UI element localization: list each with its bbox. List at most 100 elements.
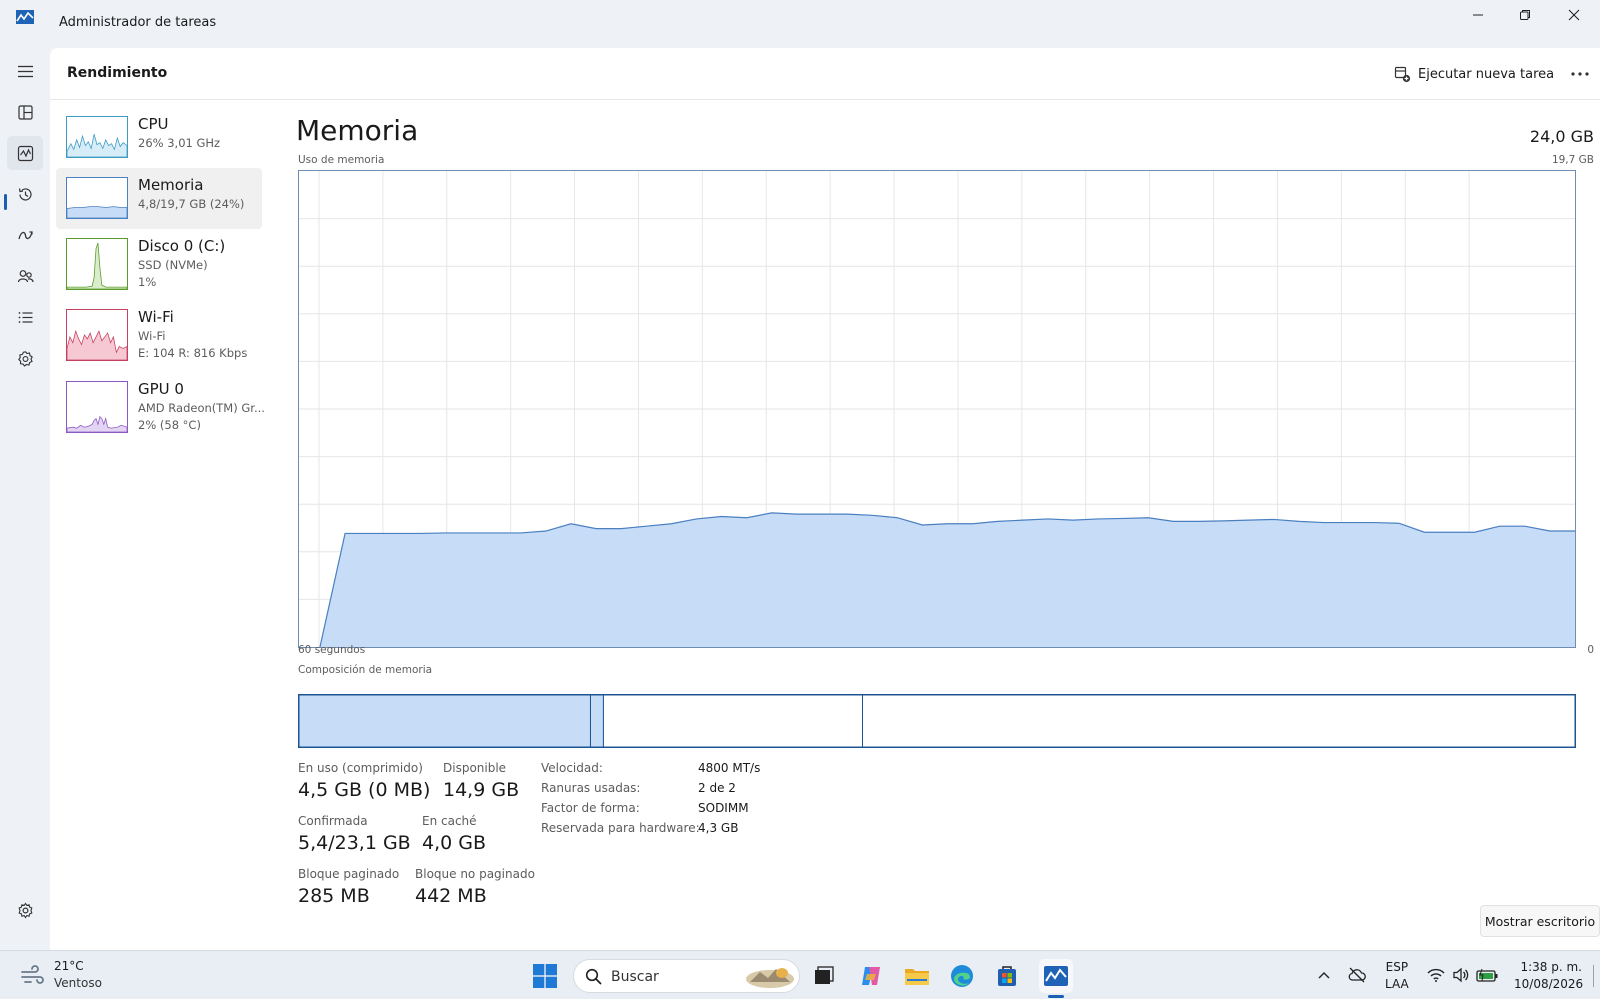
available-value: 14,9 GB xyxy=(443,779,520,801)
device-memory[interactable]: Memoria 4,8/19,7 GB (24%) xyxy=(56,168,262,229)
battery-button[interactable] xyxy=(1476,964,1498,986)
edge-browser-icon xyxy=(951,965,973,987)
nonpaged-pool-value: 442 MB xyxy=(415,885,487,907)
copilot-button[interactable] xyxy=(854,959,888,993)
more-options-button[interactable] xyxy=(1565,61,1595,87)
nav-app-history-button[interactable] xyxy=(7,177,43,211)
onedrive-status-button[interactable] xyxy=(1346,964,1368,986)
close-icon xyxy=(1568,9,1580,21)
close-button[interactable] xyxy=(1550,0,1598,30)
disk-thumbnail xyxy=(66,238,128,290)
settings-icon xyxy=(18,902,32,918)
nav-details-button[interactable] xyxy=(7,300,43,334)
composition-segment-modified[interactable] xyxy=(589,695,604,747)
clock-time: 1:38 p. m. xyxy=(1520,960,1582,974)
app-history-icon xyxy=(18,187,32,200)
minimize-button[interactable] xyxy=(1454,0,1502,30)
form-factor-value: SODIMM xyxy=(698,801,749,815)
volume-button[interactable] xyxy=(1450,964,1472,986)
nav-menu-button[interactable] xyxy=(7,54,43,88)
performance-icon xyxy=(17,145,33,161)
committed-value: 5,4/23,1 GB xyxy=(298,832,411,854)
page-title: Rendimiento xyxy=(67,65,168,81)
taskbar-search-box[interactable]: Buscar xyxy=(573,959,800,993)
device-name: GPU 0 xyxy=(138,380,184,398)
device-detail: 26% 3,01 GHz xyxy=(138,136,221,150)
device-detail-2: 1% xyxy=(138,275,157,289)
committed-label: Confirmada xyxy=(298,814,368,828)
speaker-icon xyxy=(1453,967,1469,983)
hardware-reserved-value: 4,3 GB xyxy=(698,821,739,835)
device-detail: SSD (NVMe) xyxy=(138,258,208,272)
in-use-label: En uso (comprimido) xyxy=(298,761,423,775)
device-detail-2: 2% (58 °C) xyxy=(138,418,201,432)
store-icon xyxy=(998,966,1016,986)
nav-processes-button[interactable] xyxy=(7,95,43,129)
wind-weather-icon[interactable] xyxy=(20,964,46,986)
minimize-icon xyxy=(1473,14,1483,16)
device-detail: Wi-Fi xyxy=(138,329,166,343)
main-content: Rendimiento Ejecutar nueva tarea CPU 26%… xyxy=(50,48,1600,950)
restore-button[interactable] xyxy=(1501,0,1549,30)
search-icon xyxy=(585,968,602,985)
show-hidden-icons-button[interactable] xyxy=(1313,964,1335,986)
task-manager-taskbar-button[interactable] xyxy=(1039,959,1073,993)
weather-temperature: 21°C xyxy=(54,959,84,973)
hardware-reserved-label: Reservada para hardware: xyxy=(541,821,700,835)
slots-value: 2 de 2 xyxy=(698,781,736,795)
paged-pool-label: Bloque paginado xyxy=(298,867,400,881)
nav-services-button[interactable] xyxy=(7,341,43,375)
device-name: Memoria xyxy=(138,176,204,194)
nav-users-button[interactable] xyxy=(7,259,43,293)
available-label: Disponible xyxy=(443,761,507,775)
input-language-button[interactable]: ESP LAA xyxy=(1385,959,1409,993)
speed-value: 4800 MT/s xyxy=(698,761,761,775)
device-name: Wi-Fi xyxy=(138,308,174,326)
chevron-up-icon xyxy=(1318,972,1330,979)
task-view-button[interactable] xyxy=(807,959,841,993)
usage-max-label: 19,7 GB xyxy=(1551,154,1594,166)
nav-settings-button[interactable] xyxy=(7,893,43,927)
taskbar: 21°C Ventoso Buscar ESP LAA 1:38 p. m. 1… xyxy=(0,950,1600,999)
new-task-icon xyxy=(1394,66,1411,82)
active-app-indicator xyxy=(1048,995,1064,998)
device-name: Disco 0 (C:) xyxy=(138,237,226,255)
cached-label: En caché xyxy=(422,814,477,828)
nonpaged-pool-label: Bloque no paginado xyxy=(415,867,535,881)
device-cpu[interactable]: CPU 26% 3,01 GHz xyxy=(56,107,262,165)
device-gpu[interactable]: GPU 0 AMD Radeon(TM) Gr... 2% (58 °C) xyxy=(56,372,265,442)
task-manager-icon xyxy=(16,10,34,24)
show-desktop-button[interactable] xyxy=(1593,965,1594,987)
device-wifi[interactable]: Wi-Fi Wi-Fi E: 104 R: 816 Kbps xyxy=(56,300,262,370)
cloud-offline-icon xyxy=(1348,967,1366,983)
store-button[interactable] xyxy=(990,959,1024,993)
composition-segment-standby[interactable] xyxy=(602,695,864,747)
search-placeholder: Buscar xyxy=(611,969,659,985)
network-button[interactable] xyxy=(1425,964,1447,986)
form-factor-label: Factor de forma: xyxy=(541,801,640,815)
composition-segment-free[interactable] xyxy=(862,695,1575,747)
start-button[interactable] xyxy=(528,959,562,993)
clock-button[interactable]: 1:38 p. m. 10/08/2026 xyxy=(1514,959,1583,993)
header-bar: Rendimiento Ejecutar nueva tarea xyxy=(50,48,1600,100)
time-axis-start-label: 60 segundos xyxy=(298,644,366,656)
device-disk[interactable]: Disco 0 (C:) SSD (NVMe) 1% xyxy=(56,229,262,299)
language-code: ESP xyxy=(1385,960,1409,974)
file-explorer-button[interactable] xyxy=(900,959,934,993)
services-icon xyxy=(17,350,33,367)
slots-label: Ranuras usadas: xyxy=(541,781,641,795)
nav-performance-button[interactable] xyxy=(7,136,43,170)
memory-usage-graph xyxy=(298,170,1576,648)
device-detail: 4,8/19,7 GB (24%) xyxy=(138,197,245,211)
run-new-task-button[interactable]: Ejecutar nueva tarea xyxy=(1394,61,1554,87)
composition-segment-in-use[interactable] xyxy=(299,695,591,747)
run-new-task-label: Ejecutar nueva tarea xyxy=(1418,66,1555,82)
edge-button[interactable] xyxy=(945,959,979,993)
nav-startup-button[interactable] xyxy=(7,218,43,252)
window-title: Administrador de tareas xyxy=(59,15,217,30)
paged-pool-value: 285 MB xyxy=(298,885,370,907)
title-bar: Administrador de tareas xyxy=(0,0,1600,48)
time-axis-end-label: 0 xyxy=(1587,644,1594,656)
gpu-thumbnail xyxy=(66,381,128,433)
memory-total: 24,0 GB xyxy=(1529,127,1594,146)
